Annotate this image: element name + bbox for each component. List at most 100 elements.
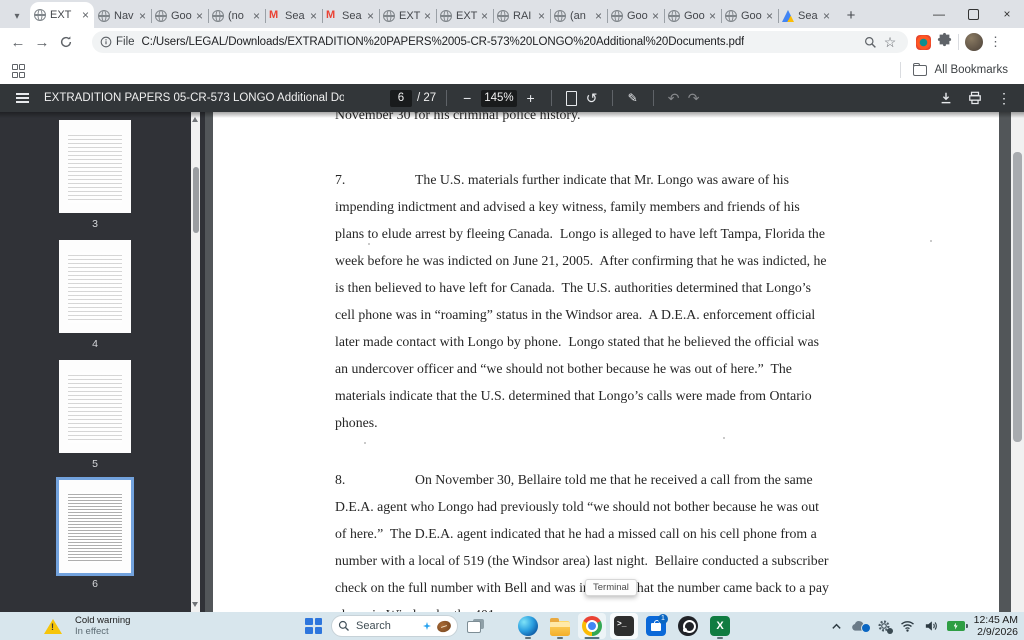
browser-tab[interactable]: (an × <box>550 4 607 28</box>
annotate-button[interactable]: ✎ <box>623 88 643 108</box>
taskbar-app-obs[interactable] <box>674 613 702 639</box>
battery-icon[interactable] <box>946 621 968 631</box>
browser-tab[interactable]: (no × <box>208 4 265 28</box>
taskbar-app-edge[interactable] <box>514 613 542 639</box>
browser-tab[interactable]: Goo × <box>664 4 721 28</box>
tab-close-icon[interactable]: × <box>195 10 204 22</box>
tab-close-icon[interactable]: × <box>480 10 489 22</box>
profile-avatar[interactable] <box>965 33 983 51</box>
tab-close-icon[interactable]: × <box>138 10 147 22</box>
document-text-line: week before he was indicted on June 21, … <box>335 253 827 268</box>
zoom-page-icon[interactable] <box>860 36 880 49</box>
extension-icon[interactable] <box>916 34 931 50</box>
browser-tab[interactable]: Nav × <box>94 4 151 28</box>
browser-tab[interactable]: Sea × <box>322 4 379 28</box>
main-scrollbar[interactable] <box>1011 112 1024 612</box>
pdf-thumbnail[interactable]: 4 <box>59 240 131 350</box>
taskbar-app-excel[interactable] <box>706 613 734 639</box>
browser-tab[interactable]: Sea × <box>778 4 835 28</box>
tab-close-icon[interactable]: × <box>252 10 261 22</box>
forward-button[interactable]: → <box>30 30 54 54</box>
zoom-out-button[interactable]: − <box>457 88 477 108</box>
refresh-button[interactable] <box>54 30 78 54</box>
bookmark-star-icon[interactable]: ☆ <box>880 34 900 51</box>
window-controls: — × <box>922 0 1024 28</box>
close-button[interactable]: × <box>990 0 1024 28</box>
tab-close-icon[interactable]: × <box>423 10 432 22</box>
tab-close-icon[interactable]: × <box>81 9 90 21</box>
tab-close-icon[interactable]: × <box>651 10 660 22</box>
browser-tab[interactable]: Goo × <box>607 4 664 28</box>
tab-close-icon[interactable]: × <box>822 10 831 22</box>
folder-icon <box>912 62 927 76</box>
pdf-thumbnail-preview[interactable] <box>59 360 131 453</box>
scroll-down-icon[interactable] <box>192 602 198 607</box>
pdf-thumbnail[interactable]: 5 <box>59 360 131 470</box>
url-text[interactable]: C:/Users/LEGAL/Downloads/EXTRADITION%20P… <box>142 36 745 48</box>
settings-gear-icon[interactable] <box>877 619 893 634</box>
weather-widget[interactable]: Cold warning In effect <box>44 612 130 640</box>
print-button[interactable] <box>965 88 985 108</box>
zoom-in-button[interactable]: + <box>521 88 541 108</box>
taskbar-app-explorer[interactable] <box>546 613 574 639</box>
document-text-line: later made contact with Longo by phone. … <box>335 334 820 349</box>
tab-close-icon[interactable]: × <box>309 10 318 22</box>
wifi-icon[interactable] <box>900 620 915 632</box>
all-bookmarks-button[interactable]: All Bookmarks <box>899 62 1008 78</box>
taskbar-clock[interactable]: 12:45 AM 2/9/2026 <box>974 614 1018 638</box>
undo-button[interactable]: ↶ <box>664 88 684 108</box>
tab-close-icon[interactable]: × <box>366 10 375 22</box>
fit-page-button[interactable] <box>562 88 582 108</box>
minimize-button[interactable]: — <box>922 0 956 28</box>
download-button[interactable] <box>936 88 956 108</box>
main-scrollbar-thumb[interactable] <box>1013 152 1022 442</box>
taskbar-tooltip: Terminal <box>585 579 637 596</box>
browser-tab[interactable]: Goo × <box>151 4 208 28</box>
tab-close-icon[interactable]: × <box>594 10 603 22</box>
browser-tab[interactable]: Sea × <box>265 4 322 28</box>
url-omnibox[interactable]: File C:/Users/LEGAL/Downloads/EXTRADITIO… <box>92 31 908 53</box>
pdf-thumbnail[interactable]: 6 <box>59 480 131 590</box>
scroll-up-icon[interactable] <box>192 117 198 122</box>
paragraph-number: 7. <box>335 172 346 187</box>
taskbar-app-store[interactable]: 1 <box>642 613 670 639</box>
pdf-thumbnail-preview[interactable] <box>59 480 131 573</box>
tab-close-icon[interactable]: × <box>537 10 546 22</box>
tab-list: EXT × Nav × Goo × (no × Sea × Sea × EXT … <box>30 2 835 28</box>
zoom-level-value[interactable]: 145% <box>481 89 517 107</box>
start-button[interactable] <box>305 617 322 635</box>
browser-tab[interactable]: EXT × <box>30 2 94 28</box>
taskbar-app-chrome[interactable] <box>578 613 606 639</box>
taskbar-app-terminal[interactable] <box>610 613 638 639</box>
onedrive-icon[interactable] <box>851 620 871 633</box>
taskbar-search-box[interactable]: Search <box>331 615 458 637</box>
browser-tab[interactable]: EXT × <box>379 4 436 28</box>
volume-icon[interactable] <box>924 620 938 632</box>
back-button[interactable]: ← <box>6 30 30 54</box>
rotate-button[interactable]: ↺ <box>582 88 602 108</box>
page-number-input[interactable]: 6 <box>390 89 412 107</box>
redo-button[interactable]: ↷ <box>684 88 704 108</box>
browser-tab[interactable]: Goo × <box>721 4 778 28</box>
task-view-button[interactable] <box>467 619 484 633</box>
apps-shortcut-icon[interactable] <box>12 64 25 78</box>
browser-menu-icon[interactable]: ⋮ <box>989 34 1002 50</box>
tray-chevron-icon[interactable] <box>831 622 842 631</box>
extensions-puzzle-icon[interactable] <box>937 32 952 52</box>
pdf-menu-icon[interactable] <box>16 97 29 99</box>
browser-tab[interactable]: EXT × <box>436 4 493 28</box>
sidebar-scrollbar-thumb[interactable] <box>192 167 199 233</box>
settings-badge <box>886 628 893 634</box>
pdf-thumbnail-preview[interactable] <box>59 120 131 213</box>
tab-close-icon[interactable]: × <box>765 10 774 22</box>
maximize-button[interactable] <box>956 0 990 28</box>
browser-tab[interactable]: RAI × <box>493 4 550 28</box>
tab-favicon <box>725 10 737 22</box>
sidebar-scrollbar[interactable] <box>191 112 200 612</box>
pdf-thumbnail-preview[interactable] <box>59 240 131 333</box>
pdf-thumbnail[interactable]: 3 <box>59 120 131 230</box>
tab-close-icon[interactable]: × <box>708 10 717 22</box>
pdf-more-menu-icon[interactable]: ⋮ <box>994 88 1014 108</box>
tab-search-chevron-icon[interactable]: ▾ <box>4 4 30 28</box>
new-tab-button[interactable]: + <box>839 3 863 27</box>
